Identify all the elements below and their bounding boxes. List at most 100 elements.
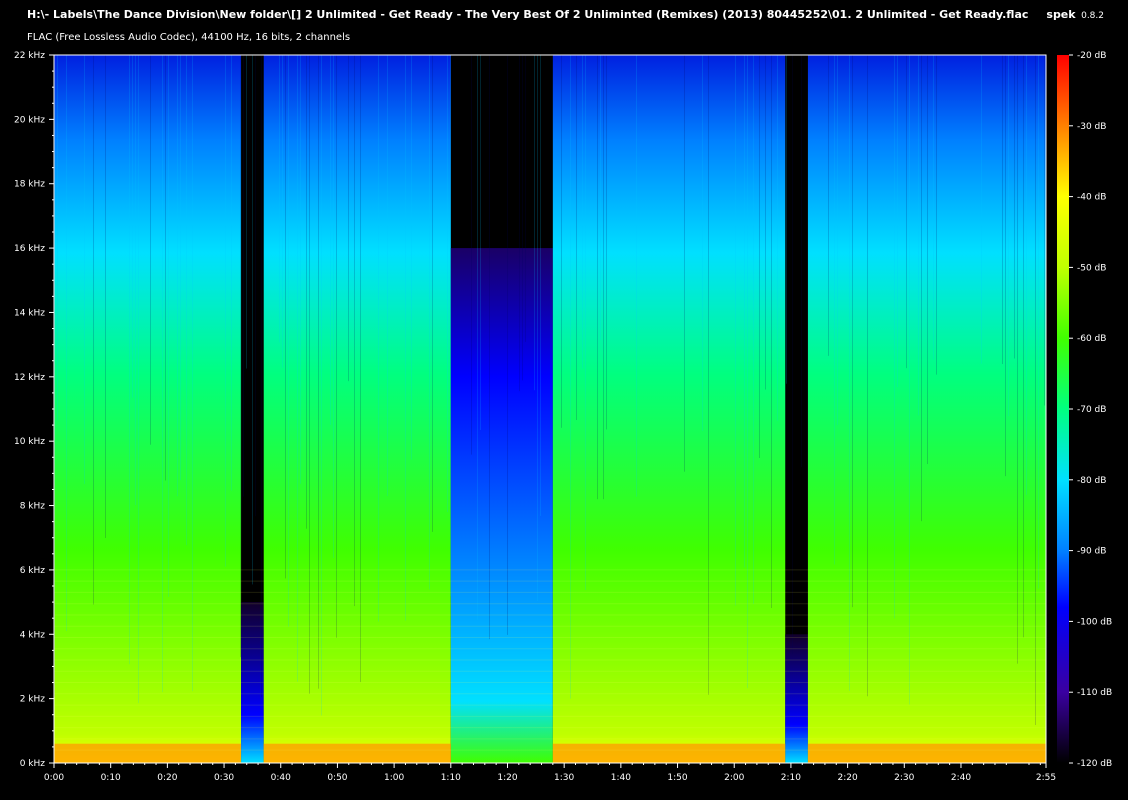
- texture-streak: [867, 55, 868, 697]
- x-tick-label: 0:00: [44, 773, 64, 783]
- texture-streak: [837, 55, 838, 426]
- texture-streak: [225, 55, 226, 567]
- texture-streak: [747, 55, 748, 689]
- texture-streak: [318, 55, 319, 689]
- texture-streak: [330, 55, 331, 425]
- x-tick-label: 0:20: [157, 773, 177, 783]
- x-tick-label: 0:40: [271, 773, 291, 783]
- x-tick-label: 2:40: [951, 773, 971, 783]
- bass-band-4: [552, 743, 786, 763]
- texture-streak: [429, 55, 430, 590]
- texture-streak: [753, 55, 754, 605]
- texture-streak: [1035, 55, 1036, 726]
- segment-4-loud: [552, 55, 786, 763]
- texture-streak: [93, 55, 94, 605]
- colorbar-label: -120 dB: [1077, 759, 1112, 769]
- colorbar-label: -80 dB: [1077, 476, 1106, 486]
- texture-streak: [537, 55, 538, 602]
- texture-streak: [897, 55, 898, 387]
- texture-streak: [519, 55, 520, 392]
- texture-streak: [1044, 55, 1045, 406]
- texture-streak: [132, 55, 133, 398]
- texture-streak: [801, 55, 802, 468]
- bass-band-6: [807, 743, 1046, 763]
- texture-streak: [525, 55, 526, 342]
- y-tick-label: 10 kHz: [14, 437, 45, 447]
- y-tick-label: 22 kHz: [14, 51, 45, 61]
- texture-streak: [918, 55, 919, 416]
- segment-0-loud: [54, 55, 242, 763]
- texture-streak: [66, 55, 67, 632]
- texture-streak: [192, 55, 193, 692]
- y-tick-label: 16 kHz: [14, 244, 45, 254]
- texture-streak: [786, 55, 787, 384]
- segment-2-loud: [263, 55, 451, 763]
- texture-streak: [1005, 55, 1006, 477]
- texture-streak: [432, 55, 433, 532]
- texture-streak: [450, 55, 451, 597]
- texture-streak: [321, 55, 322, 716]
- texture-streak: [300, 55, 301, 484]
- texture-streak: [561, 55, 562, 428]
- texture-streak: [405, 55, 406, 621]
- texture-streak: [759, 55, 760, 459]
- texture-streak: [279, 55, 280, 343]
- texture-streak: [489, 55, 490, 640]
- texture-streak: [1002, 55, 1003, 365]
- texture-streak: [288, 55, 289, 627]
- texture-streak: [777, 55, 778, 421]
- x-tick-label: 0:30: [214, 773, 234, 783]
- texture-streak: [252, 55, 253, 585]
- texture-streak: [576, 55, 577, 421]
- x-tick-label: 0:10: [101, 773, 121, 783]
- colorbar-label: -90 dB: [1077, 547, 1106, 557]
- y-tick-label: 4 kHz: [20, 630, 46, 640]
- x-tick-label: 2:10: [781, 773, 801, 783]
- bass-band-2: [263, 743, 451, 763]
- texture-streak: [771, 55, 772, 608]
- texture-streak: [168, 55, 169, 597]
- colorbar-label: -30 dB: [1077, 122, 1106, 132]
- texture-streak: [378, 55, 379, 622]
- texture-streak: [603, 55, 604, 500]
- texture-streak: [684, 55, 685, 472]
- y-tick-label: 2 kHz: [20, 695, 46, 705]
- texture-streak: [744, 55, 745, 568]
- texture-streak: [387, 55, 388, 496]
- colorbar-gradient: [1057, 55, 1069, 763]
- texture-streak: [981, 55, 982, 364]
- y-tick-label: 6 kHz: [20, 566, 46, 576]
- texture-streak: [186, 55, 187, 546]
- segment-6-loud: [807, 55, 1046, 763]
- texture-streak: [354, 55, 355, 607]
- texture-streak: [360, 55, 361, 683]
- colorbar-label: -110 dB: [1077, 688, 1112, 698]
- texture-streak: [243, 55, 244, 497]
- texture-streak: [570, 55, 571, 699]
- spek-window: H:\- Labels\The Dance Division\New folde…: [0, 0, 1128, 800]
- texture-streak: [540, 55, 541, 516]
- texture-streak: [306, 55, 307, 529]
- texture-streak: [297, 55, 298, 682]
- x-tick-label: 0:50: [327, 773, 347, 783]
- texture-streak: [921, 55, 922, 522]
- texture-streak: [708, 55, 709, 695]
- texture-streak: [582, 55, 583, 369]
- texture-streak: [1014, 55, 1015, 359]
- texture-streak: [1008, 55, 1009, 417]
- x-tick-label: 1:20: [497, 773, 517, 783]
- texture-streak: [129, 55, 130, 665]
- colorbar-label: -40 dB: [1077, 193, 1106, 203]
- texture-streak: [765, 55, 766, 390]
- texture-streak: [636, 55, 637, 497]
- texture-streak: [255, 55, 256, 517]
- texture-streak: [477, 55, 478, 620]
- texture-streak: [906, 55, 907, 369]
- x-tick-label: 1:00: [384, 773, 404, 783]
- texture-streak: [84, 55, 85, 484]
- texture-streak: [471, 55, 472, 455]
- colorbar-label: -50 dB: [1077, 263, 1106, 273]
- texture-streak: [852, 55, 853, 608]
- texture-streak: [792, 55, 793, 655]
- texture-streak: [522, 55, 523, 381]
